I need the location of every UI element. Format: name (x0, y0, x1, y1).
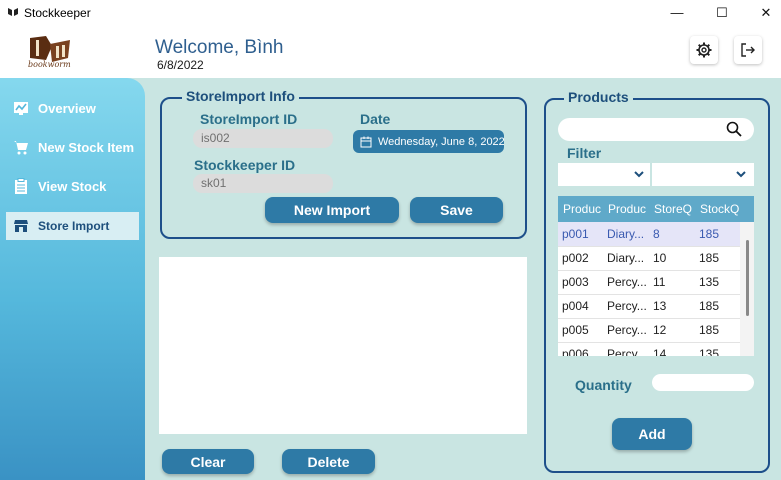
stock-quantity: 135 (699, 347, 720, 356)
quantity-label: Quantity (575, 377, 632, 393)
sidebar-item-label: Store Import (38, 219, 110, 233)
panel-title: Products (564, 89, 633, 105)
product-id: p003 (562, 275, 589, 289)
logout-button[interactable] (734, 36, 762, 64)
stock-quantity: 135 (699, 275, 720, 289)
column-header[interactable]: Produc (563, 196, 603, 222)
store-quantity: 14 (653, 347, 667, 356)
product-id: p006 (562, 347, 589, 356)
stock-quantity: 185 (699, 227, 720, 241)
chevron-down-icon (634, 171, 644, 178)
clipboard-icon (12, 177, 30, 195)
sidebar-item-view-stock[interactable]: View Stock (6, 172, 139, 200)
maximize-button[interactable]: ☐ (708, 4, 736, 22)
filter-select-2[interactable] (652, 163, 754, 186)
product-id: p002 (562, 251, 589, 265)
product-name: Diary... (607, 251, 645, 265)
current-date: 6/8/2022 (157, 58, 204, 72)
add-button[interactable]: Add (612, 418, 692, 450)
product-id: p004 (562, 299, 589, 313)
store-quantity: 11 (653, 275, 666, 289)
filter-label: Filter (567, 145, 602, 161)
stock-quantity: 185 (699, 323, 720, 337)
store-quantity: 8 (653, 227, 660, 241)
stock-quantity: 185 (699, 299, 720, 313)
sidebar-item-store-import[interactable]: Store Import (6, 212, 139, 240)
table-row[interactable]: p001 Diary... 8 185 (558, 222, 740, 246)
chart-icon (12, 99, 30, 117)
import-items-list[interactable] (159, 257, 527, 434)
filter-select-1[interactable] (558, 163, 650, 186)
minimize-button[interactable]: — (663, 4, 691, 22)
title-bar: Stockkeeper — ☐ ✕ (0, 0, 781, 26)
table-row[interactable]: p003 Percy... 11 135 (558, 270, 740, 294)
chevron-down-icon (736, 171, 746, 178)
column-header[interactable]: Produc (608, 196, 650, 222)
product-id: p001 (562, 227, 589, 241)
welcome-text: Welcome, Bình (155, 37, 284, 58)
column-header[interactable]: StoreQ (654, 196, 696, 222)
stock-quantity: 185 (699, 251, 720, 265)
table-row[interactable]: p006 Percy... 14 135 (558, 342, 740, 356)
close-button[interactable]: ✕ (752, 4, 780, 22)
table-header: Produc Produc StoreQ StockQ (558, 196, 754, 222)
stockkeeper-id-label: Stockkeeper ID (194, 157, 296, 173)
quantity-input[interactable] (652, 374, 754, 391)
store-quantity: 12 (653, 323, 667, 337)
window-title: Stockkeeper (24, 6, 91, 20)
clear-button[interactable]: Clear (162, 449, 254, 474)
date-value: Wednesday, June 8, 2022 (378, 135, 504, 148)
app-icon (8, 8, 18, 16)
sidebar: Overview New Stock Item View Stock Store… (0, 78, 145, 480)
date-picker[interactable]: Wednesday, June 8, 2022 (353, 130, 504, 153)
sidebar-item-label: View Stock (38, 178, 107, 194)
app-header: bookworm Welcome, Bình 6/8/2022 (0, 26, 781, 78)
logo-text: bookworm (28, 60, 71, 69)
new-import-button[interactable]: New Import (265, 197, 399, 223)
logout-icon (741, 43, 755, 57)
product-name: Percy... (607, 347, 647, 356)
column-header[interactable]: StockQ (700, 196, 746, 222)
save-button[interactable]: Save (410, 197, 503, 223)
gear-icon (696, 42, 712, 58)
cart-icon (12, 138, 30, 156)
products-table: Produc Produc StoreQ StockQ p001 Diary..… (558, 196, 754, 356)
product-name: Percy... (607, 275, 647, 289)
table-row[interactable]: p005 Percy... 12 185 (558, 318, 740, 342)
delete-button[interactable]: Delete (282, 449, 375, 474)
date-label: Date (360, 111, 391, 127)
product-name: Diary... (607, 227, 645, 241)
store-import-id-label: StoreImport ID (200, 111, 298, 127)
search-icon (726, 121, 742, 137)
store-quantity: 10 (653, 251, 667, 265)
product-name: Percy... (607, 299, 647, 313)
sidebar-item-label: Overview (38, 100, 96, 116)
store-quantity: 13 (653, 299, 667, 313)
product-search-input[interactable] (558, 118, 754, 141)
table-row[interactable]: p002 Diary... 10 185 (558, 246, 740, 270)
stockkeeper-id-field[interactable]: sk01 (193, 174, 333, 193)
table-row[interactable]: p004 Percy... 13 185 (558, 294, 740, 318)
panel-title: StoreImport Info (182, 88, 299, 104)
store-import-id-field[interactable]: is002 (193, 129, 333, 148)
sidebar-item-new-stock-item[interactable]: New Stock Item (6, 133, 139, 161)
product-name: Percy... (607, 323, 647, 337)
sidebar-item-overview[interactable]: Overview (6, 94, 139, 122)
calendar-icon (360, 136, 372, 147)
sidebar-item-label: New Stock Item (38, 139, 135, 155)
settings-button[interactable] (690, 36, 718, 64)
scrollbar-thumb[interactable] (746, 240, 749, 316)
store-icon (12, 217, 30, 235)
product-id: p005 (562, 323, 589, 337)
